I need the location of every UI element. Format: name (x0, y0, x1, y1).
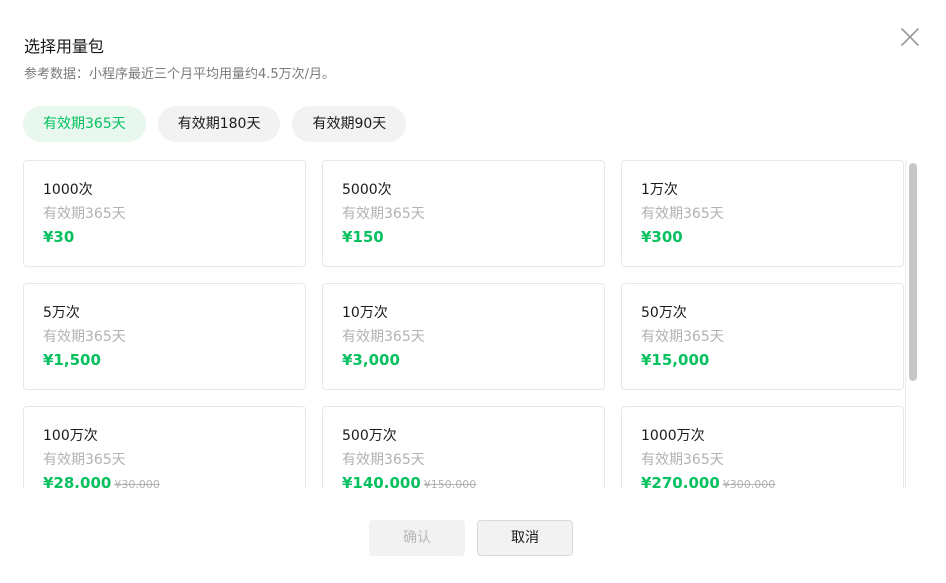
package-validity: 有效期365天 (342, 206, 425, 222)
package-amount: 50万次 (641, 305, 687, 321)
package-card-5m[interactable]: 500万次 有效期365天 ¥140,000 ¥150,000 (322, 406, 605, 488)
package-original-price: ¥30,000 (114, 478, 160, 488)
package-price: ¥28,000 (43, 474, 112, 488)
confirm-button[interactable]: 确认 (369, 520, 465, 556)
package-amount: 1000次 (43, 182, 93, 198)
package-amount: 1万次 (641, 182, 678, 198)
package-amount: 1000万次 (641, 428, 705, 444)
tab-validity-90[interactable]: 有效期90天 (292, 106, 407, 142)
package-amount: 10万次 (342, 305, 388, 321)
package-price: ¥3,000 (342, 351, 400, 369)
package-validity: 有效期365天 (43, 452, 126, 468)
package-amount: 5000次 (342, 182, 392, 198)
package-card-100k[interactable]: 10万次 有效期365天 ¥3,000 (322, 283, 605, 390)
close-button[interactable] (897, 24, 923, 50)
package-price: ¥30 (43, 228, 75, 246)
tab-validity-365[interactable]: 有效期365天 (23, 106, 146, 142)
package-original-price: ¥150,000 (423, 478, 477, 488)
package-original-price: ¥300,000 (722, 478, 776, 488)
scrollbar-thumb[interactable] (909, 163, 917, 381)
package-card-50k[interactable]: 5万次 有效期365天 ¥1,500 (23, 283, 306, 390)
package-validity: 有效期365天 (342, 452, 425, 468)
package-amount: 100万次 (43, 428, 98, 444)
package-card-10m[interactable]: 1000万次 有效期365天 ¥270,000 ¥300,000 (621, 406, 904, 488)
package-price: ¥270,000 (641, 474, 720, 488)
reference-data-text: 参考数据：小程序最近三个月平均用量约4.5万次/月。 (24, 67, 336, 82)
validity-tabs: 有效期365天 有效期180天 有效期90天 (23, 106, 407, 142)
package-validity: 有效期365天 (43, 206, 126, 222)
package-list: 1000次 有效期365天 ¥30 5000次 有效期365天 ¥150 1万次… (23, 160, 905, 488)
package-price: ¥140,000 (342, 474, 421, 488)
package-validity: 有效期365天 (43, 329, 126, 345)
package-card-500k[interactable]: 50万次 有效期365天 ¥15,000 (621, 283, 904, 390)
package-validity: 有效期365天 (641, 206, 724, 222)
package-amount: 500万次 (342, 428, 397, 444)
package-validity: 有效期365天 (342, 329, 425, 345)
close-icon (901, 28, 919, 46)
package-card-5000[interactable]: 5000次 有效期365天 ¥150 (322, 160, 605, 267)
package-card-1m[interactable]: 100万次 有效期365天 ¥28,000 ¥30,000 (23, 406, 306, 488)
package-price: ¥15,000 (641, 351, 710, 369)
package-select-dialog: 选择用量包 参考数据：小程序最近三个月平均用量约4.5万次/月。 有效期365天… (0, 0, 946, 583)
cancel-button[interactable]: 取消 (477, 520, 573, 556)
package-validity: 有效期365天 (641, 452, 724, 468)
dialog-footer: 确认 取消 (369, 520, 573, 556)
package-card-1000[interactable]: 1000次 有效期365天 ¥30 (23, 160, 306, 267)
package-amount: 5万次 (43, 305, 80, 321)
package-price: ¥1,500 (43, 351, 101, 369)
package-card-10k[interactable]: 1万次 有效期365天 ¥300 (621, 160, 904, 267)
package-list-scrollbar[interactable] (905, 160, 918, 488)
tab-validity-180[interactable]: 有效期180天 (157, 106, 281, 142)
package-price: ¥300 (641, 228, 683, 246)
package-validity: 有效期365天 (641, 329, 724, 345)
package-price: ¥150 (342, 228, 384, 246)
dialog-title: 选择用量包 (24, 37, 105, 56)
